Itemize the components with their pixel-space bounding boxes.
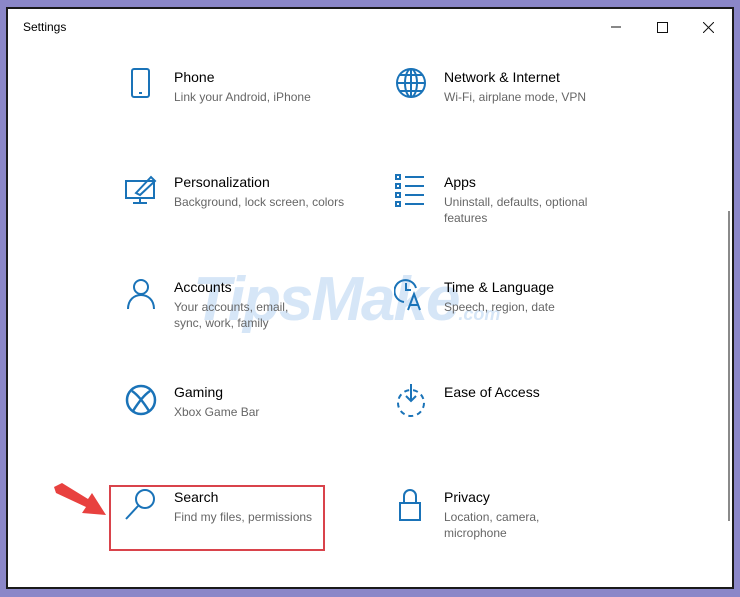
item-title: Phone bbox=[174, 69, 215, 85]
settings-item-network[interactable]: Network & Internet Wi-Fi, airplane mode,… bbox=[394, 68, 644, 138]
red-arrow-icon bbox=[54, 483, 106, 515]
settings-item-privacy[interactable]: Privacy Location, camera, microphone bbox=[394, 488, 644, 558]
close-icon bbox=[702, 21, 714, 33]
globe-icon bbox=[396, 68, 426, 98]
item-title: Ease of Access bbox=[444, 384, 540, 400]
close-button[interactable] bbox=[685, 13, 731, 41]
window-title: Settings bbox=[23, 20, 67, 34]
item-subtitle: Uninstall, defaults, optional features bbox=[444, 195, 588, 225]
item-title: Apps bbox=[444, 174, 476, 190]
settings-item-accounts[interactable]: Accounts Your accounts, email, sync, wor… bbox=[124, 278, 374, 348]
settings-window: Settings TipsMake.com Phone Link your An… bbox=[6, 7, 734, 589]
settings-item-time-language[interactable]: Time & Language Speech, region, date bbox=[394, 278, 644, 348]
settings-item-phone[interactable]: Phone Link your Android, iPhone bbox=[124, 68, 374, 138]
item-subtitle: Your accounts, email, sync, work, family bbox=[174, 300, 289, 330]
settings-item-gaming[interactable]: Gaming Xbox Game Bar bbox=[124, 383, 374, 453]
phone-icon bbox=[131, 68, 150, 98]
item-title: Gaming bbox=[174, 384, 224, 400]
item-title: Accounts bbox=[174, 279, 232, 295]
item-title: Time & Language bbox=[444, 279, 554, 295]
maximize-icon bbox=[656, 21, 668, 33]
minimize-icon bbox=[611, 26, 621, 28]
minimize-button[interactable] bbox=[593, 13, 639, 41]
maximize-button[interactable] bbox=[639, 13, 685, 41]
item-title: Personalization bbox=[174, 174, 270, 190]
person-icon bbox=[127, 279, 155, 310]
item-subtitle: Background, lock screen, colors bbox=[174, 195, 345, 209]
search-highlight-box bbox=[109, 485, 325, 551]
ease-of-access-icon bbox=[397, 384, 425, 417]
lock-icon bbox=[399, 489, 421, 521]
scrollbar[interactable] bbox=[728, 211, 730, 521]
xbox-icon bbox=[125, 384, 157, 416]
time-language-icon bbox=[394, 279, 421, 311]
item-subtitle: Location, camera, microphone bbox=[444, 510, 540, 540]
item-subtitle: Wi-Fi, airplane mode, VPN bbox=[444, 90, 587, 104]
settings-item-personalization[interactable]: Personalization Background, lock screen,… bbox=[124, 173, 374, 243]
personalization-icon bbox=[125, 175, 157, 204]
settings-item-ease-of-access[interactable]: Ease of Access bbox=[394, 383, 644, 453]
item-title: Privacy bbox=[444, 489, 490, 505]
apps-list-icon bbox=[395, 174, 424, 207]
item-subtitle: Speech, region, date bbox=[444, 300, 555, 314]
settings-item-apps[interactable]: Apps Uninstall, defaults, optional featu… bbox=[394, 173, 644, 243]
item-title: Network & Internet bbox=[444, 69, 560, 85]
item-subtitle: Xbox Game Bar bbox=[174, 405, 260, 419]
item-subtitle: Link your Android, iPhone bbox=[174, 90, 311, 104]
